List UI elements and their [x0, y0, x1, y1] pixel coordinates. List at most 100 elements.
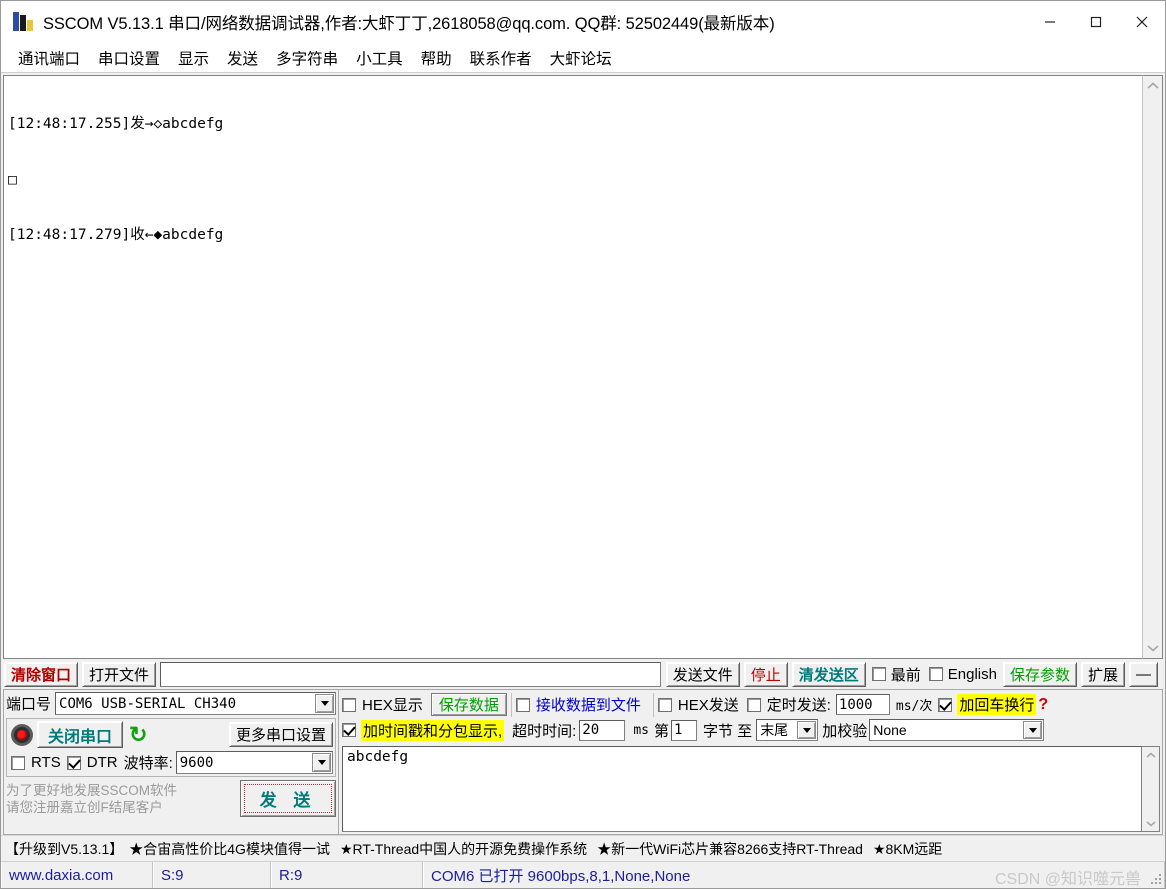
- rts-label: RTS: [31, 754, 61, 771]
- baud-select[interactable]: 9600: [175, 751, 333, 774]
- port-row: 端口号 COM6 USB-SERIAL CH340: [6, 692, 336, 715]
- sscom-window: SSCOM V5.13.1 串口/网络数据调试器,作者:大虾丁丁,2618058…: [0, 0, 1166, 889]
- dtr-checkbox[interactable]: [66, 755, 81, 770]
- terminal-scroll-trough[interactable]: [1143, 96, 1162, 638]
- terminal-output[interactable]: [12:48:17.255]发→◇abcdefg □ [12:48:17.279…: [3, 75, 1142, 659]
- scroll-up-icon[interactable]: [1142, 747, 1159, 763]
- status-received-count: R:9: [271, 862, 423, 888]
- timed-send-label: 定时发送:: [766, 697, 831, 714]
- topmost-checkbox[interactable]: [871, 667, 886, 681]
- byte-from-input[interactable]: 1: [671, 719, 698, 741]
- english-checkbox[interactable]: [928, 667, 943, 681]
- options-panel: HEX显示 保存数据 接收数据到文件 HEX发送 定时发送: 1000 ms/次…: [339, 689, 1163, 835]
- resize-grip-icon[interactable]: [1149, 872, 1163, 886]
- clear-send-area-button[interactable]: 清发送区: [791, 661, 866, 687]
- timed-send-checkbox[interactable]: [746, 697, 761, 712]
- status-sent-count: S:9: [153, 862, 271, 888]
- menu-item-forum[interactable]: 大虾论坛: [541, 45, 621, 71]
- send-text-area[interactable]: abcdefg: [342, 746, 1142, 832]
- hex-send-checkbox[interactable]: [657, 697, 672, 712]
- ad-item-3[interactable]: ★新一代WiFi芯片兼容8266支持RT-Thread: [597, 839, 863, 859]
- menu-item-send[interactable]: 发送: [218, 45, 267, 71]
- port-select-value: COM6 USB-SERIAL CH340: [59, 695, 237, 712]
- send-file-button[interactable]: 发送文件: [665, 661, 740, 687]
- byte-end-select[interactable]: 末尾: [756, 719, 819, 741]
- menu-item-display[interactable]: 显示: [169, 45, 218, 71]
- register-note-line2: 请您注册嘉立创F结尾客户: [6, 799, 163, 815]
- save-params-button[interactable]: 保存参数: [1002, 661, 1077, 687]
- hex-send-label: HEX发送: [677, 697, 739, 714]
- extend-button[interactable]: 扩展: [1080, 661, 1125, 687]
- menu-item-multi-string[interactable]: 多字符串: [267, 45, 347, 71]
- scroll-down-icon[interactable]: [1142, 815, 1159, 831]
- hex-display-checkbox[interactable]: [342, 697, 356, 712]
- recv-to-file-checkbox[interactable]: [515, 697, 530, 712]
- ad-item-4[interactable]: ★8KM远距: [873, 839, 942, 859]
- collapse-button[interactable]: —: [1129, 661, 1158, 687]
- chevron-down-icon[interactable]: [797, 721, 817, 739]
- menu-item-tools[interactable]: 小工具: [347, 45, 412, 71]
- port-label: 端口号: [6, 696, 52, 713]
- timed-send-unit: ms/次: [895, 699, 933, 714]
- chevron-down-icon[interactable]: [1023, 721, 1043, 739]
- options-row-2: 加时间戳和分包显示, 超时时间: 20 ms 第 1 字节 至 末尾 加校验 N…: [342, 717, 1160, 743]
- ad-item-2[interactable]: ★RT-Thread中国人的开源免费操作系统: [340, 839, 587, 859]
- timed-send-input[interactable]: 1000: [835, 694, 890, 715]
- status-website[interactable]: www.daxia.com: [1, 862, 153, 888]
- status-connection-info: COM6 已打开 9600bps,8,1,None,None: [423, 862, 1165, 888]
- advertisement-bar[interactable]: 【升级到V5.13.1】 ★合宙高性价比4G模块值得一试 ★RT-Thread中…: [1, 835, 1165, 861]
- close-port-button[interactable]: 关闭串口: [37, 721, 124, 748]
- send-button[interactable]: 发 送: [240, 780, 336, 817]
- crlf-checkbox[interactable]: [938, 697, 953, 712]
- timeout-label: 超时时间:: [512, 722, 577, 740]
- port-select[interactable]: COM6 USB-SERIAL CH340: [55, 692, 336, 715]
- scroll-down-icon[interactable]: [1143, 638, 1162, 658]
- send-area-scrollbar[interactable]: [1142, 746, 1160, 832]
- topmost-checkbox-group[interactable]: 最前: [871, 664, 921, 685]
- timeout-input[interactable]: 20: [579, 719, 626, 741]
- terminal-line: [12:48:17.279]收←◆abcdefg: [8, 227, 224, 243]
- ad-upgrade-text: 【升级到V5.13.1】: [5, 840, 124, 857]
- baud-select-value: 9600: [179, 754, 214, 771]
- register-note-line1: 为了更好地发展SSCOM软件: [6, 782, 178, 798]
- chevron-down-icon[interactable]: [312, 753, 331, 772]
- hex-display-label: HEX显示: [362, 697, 423, 714]
- chevron-down-icon[interactable]: [315, 694, 334, 713]
- options-row-1: HEX显示 保存数据 接收数据到文件 HEX发送 定时发送: 1000 ms/次…: [342, 692, 1160, 717]
- timestamp-checkbox[interactable]: [342, 723, 356, 737]
- timeout-unit: ms: [633, 722, 649, 738]
- checksum-select[interactable]: None: [869, 719, 1045, 741]
- ad-item-1[interactable]: ★合宙高性价比4G模块值得一试: [129, 839, 330, 859]
- byte-end-value: 末尾: [760, 722, 789, 738]
- title-bar: SSCOM V5.13.1 串口/网络数据调试器,作者:大虾丁丁,2618058…: [1, 1, 1165, 43]
- menu-item-serial-settings[interactable]: 串口设置: [89, 45, 169, 71]
- menu-item-help[interactable]: 帮助: [412, 45, 461, 71]
- send-text-area-wrap: abcdefg: [342, 746, 1160, 832]
- stop-button[interactable]: 停止: [743, 661, 788, 687]
- terminal-line: □: [8, 171, 17, 188]
- save-data-button[interactable]: 保存数据: [430, 693, 507, 716]
- menu-item-contact-author[interactable]: 联系作者: [461, 45, 541, 71]
- clear-window-button[interactable]: 清除窗口: [4, 661, 79, 687]
- rts-checkbox[interactable]: [11, 755, 25, 770]
- byte-from-label: 第: [654, 722, 670, 740]
- more-serial-settings-button[interactable]: 更多串口设置: [228, 722, 333, 747]
- send-scroll-trough[interactable]: [1142, 763, 1159, 815]
- open-file-button[interactable]: 打开文件: [82, 661, 157, 687]
- recv-to-file-label: 接收数据到文件: [535, 697, 641, 714]
- refresh-icon[interactable]: ↻: [129, 723, 147, 746]
- close-button[interactable]: [1119, 1, 1165, 43]
- flow-control-row: RTS DTR 波特率: 9600: [9, 751, 333, 774]
- scroll-up-icon[interactable]: [1143, 76, 1162, 96]
- help-icon[interactable]: ?: [1038, 696, 1048, 714]
- send-toolbar: 清除窗口 打开文件 发送文件 停止 清发送区 最前 English 保存参数 扩…: [1, 659, 1165, 689]
- maximize-button[interactable]: [1073, 1, 1119, 43]
- file-path-input[interactable]: [160, 661, 661, 687]
- minimize-button[interactable]: [1027, 1, 1073, 43]
- port-control-group: 关闭串口 ↻ 更多串口设置 RTS DTR 波特率: 9600: [6, 718, 336, 777]
- menu-item-comm-port[interactable]: 通讯端口: [9, 45, 89, 71]
- register-row: 为了更好地发展SSCOM软件 请您注册嘉立创F结尾客户 发 送: [6, 780, 336, 817]
- english-checkbox-group[interactable]: English: [928, 666, 997, 683]
- status-led-icon: [11, 723, 33, 746]
- terminal-scrollbar[interactable]: [1142, 75, 1163, 659]
